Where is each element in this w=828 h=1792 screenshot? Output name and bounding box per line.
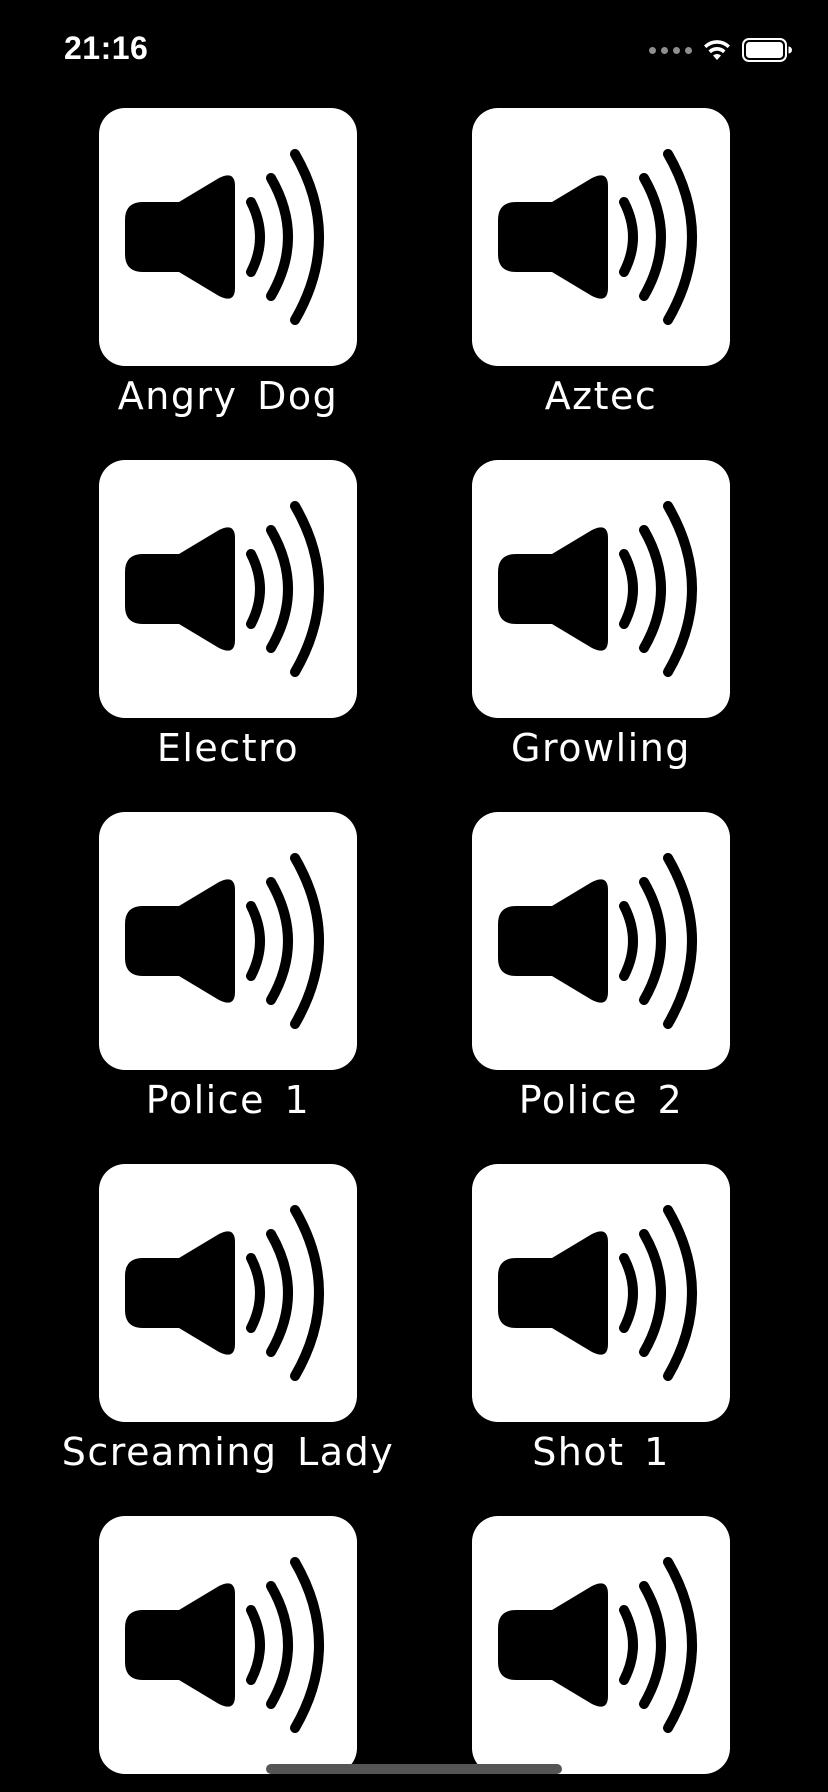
speaker-icon bbox=[125, 1205, 324, 1381]
speaker-icon bbox=[125, 501, 324, 677]
sound-button[interactable] bbox=[99, 1164, 357, 1422]
sound-tile[interactable] bbox=[471, 1516, 731, 1774]
sound-tile[interactable] bbox=[98, 1516, 358, 1774]
sound-button[interactable] bbox=[99, 108, 357, 366]
sound-button[interactable] bbox=[472, 1516, 730, 1774]
sound-label: Police 2 bbox=[518, 1078, 684, 1122]
sound-tile[interactable]: Police 2 bbox=[471, 812, 731, 1122]
sound-button[interactable] bbox=[472, 1164, 730, 1422]
sound-label: Angry Dog bbox=[117, 374, 339, 418]
speaker-icon bbox=[125, 1557, 324, 1733]
speaker-icon bbox=[125, 853, 324, 1029]
sound-tile[interactable]: Growling bbox=[471, 460, 731, 770]
sound-label: Electro bbox=[156, 726, 300, 770]
sound-button[interactable] bbox=[472, 812, 730, 1070]
sound-tile[interactable]: Aztec bbox=[471, 108, 731, 418]
sound-tile[interactable]: Angry Dog bbox=[98, 108, 358, 418]
speaker-icon bbox=[498, 853, 697, 1029]
sound-button[interactable] bbox=[99, 460, 357, 718]
sound-tile[interactable]: Electro bbox=[98, 460, 358, 770]
home-indicator[interactable] bbox=[266, 1764, 562, 1774]
sound-tile[interactable]: Shot 1 bbox=[471, 1164, 731, 1474]
sound-grid: Angry Dog Aztec Electro Growling Police … bbox=[0, 0, 828, 1792]
sound-label: Shot 1 bbox=[532, 1430, 670, 1474]
speaker-icon bbox=[498, 501, 697, 677]
sound-tile[interactable]: Screaming Lady bbox=[62, 1164, 393, 1474]
sound-button[interactable] bbox=[99, 1516, 357, 1774]
sound-label: Growling bbox=[511, 726, 691, 770]
sound-button[interactable] bbox=[472, 460, 730, 718]
sound-tile[interactable]: Police 1 bbox=[98, 812, 358, 1122]
sound-button[interactable] bbox=[99, 812, 357, 1070]
sound-button[interactable] bbox=[472, 108, 730, 366]
speaker-icon bbox=[498, 1205, 697, 1381]
sound-label: Police 1 bbox=[145, 1078, 311, 1122]
speaker-icon bbox=[498, 149, 697, 325]
speaker-icon bbox=[125, 149, 324, 325]
sound-label: Screaming Lady bbox=[61, 1430, 395, 1474]
speaker-icon bbox=[498, 1557, 697, 1733]
sound-label: Aztec bbox=[544, 374, 658, 418]
